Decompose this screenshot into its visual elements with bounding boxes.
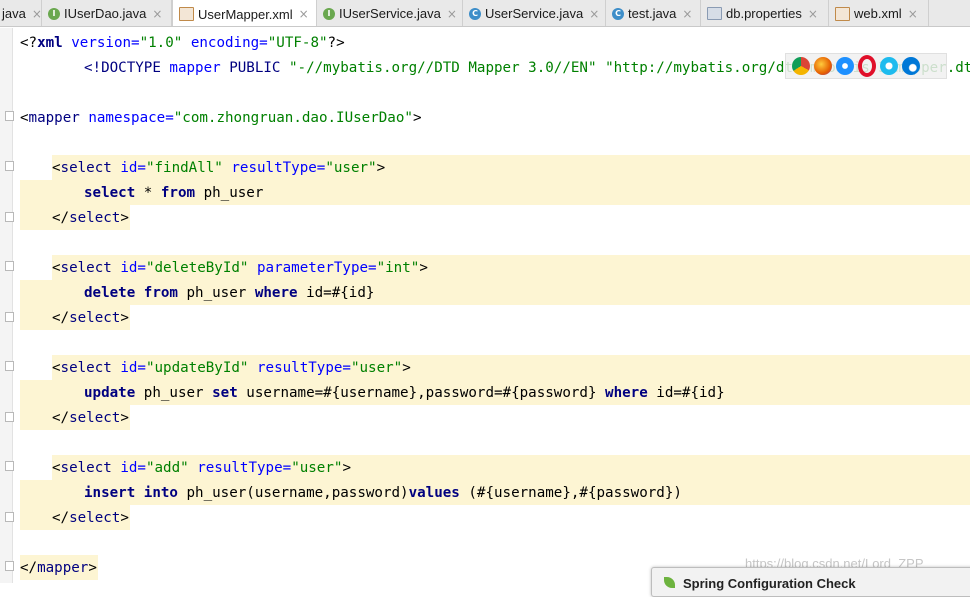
class-icon: C <box>469 7 481 20</box>
code-line-sql: update ph_user set username=#{username},… <box>84 385 725 401</box>
xml-file-icon <box>835 6 850 21</box>
code-line-select-close: </select> <box>52 510 129 526</box>
tab-userservice-java[interactable]: C UserService.java × <box>463 0 606 26</box>
close-icon[interactable]: × <box>447 7 457 21</box>
fold-marker[interactable] <box>5 111 14 121</box>
opera-icon[interactable] <box>858 55 876 77</box>
code-line-sql: select * from ph_user <box>84 185 264 201</box>
fold-marker[interactable] <box>5 412 14 422</box>
properties-file-icon <box>707 7 722 20</box>
tab-label: web.xml <box>854 6 902 21</box>
code-line-select-deletebyid: <select id="deleteById" parameterType="i… <box>52 260 428 276</box>
notification-title: Spring Configuration Check <box>683 576 856 591</box>
fold-marker[interactable] <box>5 312 14 322</box>
close-icon[interactable]: × <box>152 7 162 21</box>
tab-iuserdao-java[interactable]: I IUserDao.java × <box>42 0 172 26</box>
code-line-sql: delete from ph_user where id=#{id} <box>84 285 375 301</box>
tab-db-properties[interactable]: db.properties × <box>701 0 829 26</box>
fold-marker[interactable] <box>5 512 14 522</box>
tab-label: test.java <box>628 6 677 21</box>
code-line-select-add: <select id="add" resultType="user"> <box>52 460 351 476</box>
close-icon[interactable]: × <box>908 7 918 21</box>
tab-label: db.properties <box>726 6 802 21</box>
code-line-mapper-open: <mapper namespace="com.zhongruan.dao.IUs… <box>20 110 422 126</box>
close-icon[interactable]: × <box>808 7 818 21</box>
interface-icon: I <box>48 7 60 20</box>
close-icon[interactable]: × <box>682 7 692 21</box>
close-icon[interactable]: × <box>32 7 42 21</box>
code-line-select-close: </select> <box>52 310 129 326</box>
fold-marker[interactable] <box>5 361 14 371</box>
tab-label: UserService.java <box>485 6 584 21</box>
safari-icon[interactable] <box>836 57 854 75</box>
tab-label: IUserService.java <box>339 6 441 21</box>
tab-label: java <box>2 6 26 21</box>
spring-config-notification[interactable]: Spring Configuration Check <box>651 567 970 597</box>
fold-marker[interactable] <box>5 561 14 571</box>
class-icon: C <box>612 7 624 20</box>
firefox-icon[interactable] <box>814 57 832 75</box>
code-line-xml-declaration: <?xml version="1.0" encoding="UTF-8"?> <box>20 35 345 51</box>
tab-usermapper-xml[interactable]: UserMapper.xml × <box>172 0 317 26</box>
fold-marker[interactable] <box>5 461 14 471</box>
code-line-sql: insert into ph_user(username,password)va… <box>84 485 682 501</box>
fold-marker[interactable] <box>5 212 14 222</box>
code-line-mapper-close: </mapper> <box>20 560 97 576</box>
browser-preview-bar <box>785 53 947 79</box>
tab-label: UserMapper.xml <box>198 6 293 22</box>
tab-web-xml[interactable]: web.xml × <box>829 0 929 26</box>
code-line-select-close: </select> <box>52 210 129 226</box>
code-editor[interactable]: <?xml version="1.0" encoding="UTF-8"?> <… <box>0 28 970 583</box>
close-icon[interactable]: × <box>299 7 309 21</box>
fold-marker[interactable] <box>5 161 14 171</box>
interface-icon: I <box>323 7 335 20</box>
tab-test-java[interactable]: C test.java × <box>606 0 701 26</box>
xml-file-icon <box>179 7 194 21</box>
code-line-select-findall: <select id="findAll" resultType="user"> <box>52 160 386 176</box>
tab-label: IUserDao.java <box>64 6 147 21</box>
chrome-icon[interactable] <box>792 57 810 75</box>
tab-iuserservice-java[interactable]: I IUserService.java × <box>317 0 463 26</box>
tab-java[interactable]: java × <box>0 0 42 26</box>
code-line-select-updatebyid: <select id="updateById" resultType="user… <box>52 360 411 376</box>
editor-tab-bar: java × I IUserDao.java × UserMapper.xml … <box>0 0 970 27</box>
ie-icon[interactable] <box>880 57 898 75</box>
close-icon[interactable]: × <box>589 7 599 21</box>
code-line-select-close: </select> <box>52 410 129 426</box>
fold-marker[interactable] <box>5 261 14 271</box>
edge-icon[interactable] <box>902 57 920 75</box>
